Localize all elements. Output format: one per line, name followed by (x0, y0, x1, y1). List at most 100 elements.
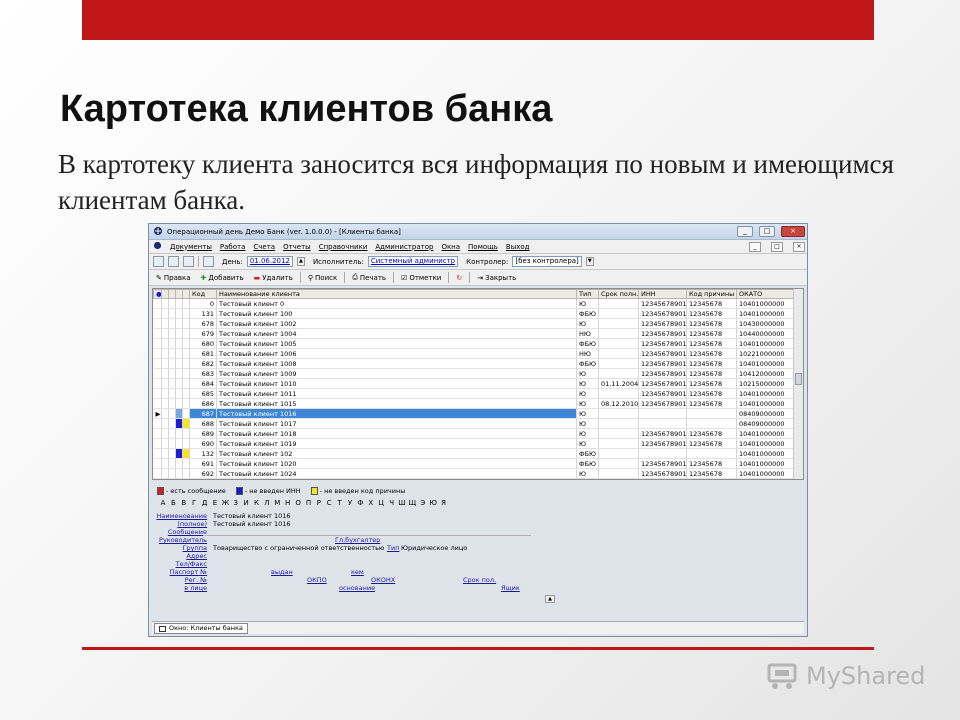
search-button[interactable]: ⚲ Поиск (305, 274, 340, 282)
col-name[interactable]: Наименование клиента (216, 289, 577, 299)
scroll-thumb[interactable] (795, 373, 802, 385)
table-row[interactable]: 0 Тестовый клиент 0 Ю 12345678901 12345678 10… (153, 298, 796, 309)
alphabet-letter[interactable]: Л (263, 499, 271, 507)
reload-button[interactable]: ↻ (453, 274, 465, 282)
alphabet-letter[interactable]: И (242, 499, 250, 507)
okpo-label[interactable]: ОКПО (307, 576, 327, 584)
day-spin-icon[interactable]: ▲ (296, 257, 305, 266)
forward-icon[interactable] (183, 256, 194, 267)
chevron-down-icon[interactable]: ▼ (585, 257, 594, 266)
table-row[interactable]: 692 Тестовый клиент 1024 Ю 12345678901 12345… (153, 468, 796, 479)
alphabet-letter[interactable]: У (346, 499, 354, 507)
window-tab-clients[interactable]: Окно: Клиенты банка (154, 623, 248, 634)
menu-reports[interactable]: Отчеты (283, 243, 311, 251)
table-row[interactable]: 689 Тестовый клиент 1018 Ю 12345678901 12345… (153, 428, 796, 439)
menu-documents[interactable]: Документы (170, 243, 212, 251)
alphabet-letter[interactable]: Ф (356, 499, 364, 507)
alphabet-letter[interactable]: В (180, 499, 188, 507)
table-row[interactable]: 681 Тестовый клиент 1006 НЮ 12345678901 1234… (153, 348, 796, 359)
print-button[interactable]: ⎙ Печать (349, 273, 389, 282)
mdi-minimize-button[interactable]: _ (749, 241, 761, 252)
issued-label[interactable]: выдан (271, 568, 293, 576)
document-icon[interactable] (168, 256, 179, 267)
alphabet-letter[interactable]: С (325, 499, 333, 507)
name-label[interactable]: Наименование (156, 512, 207, 520)
alphabet-letter[interactable]: Е (211, 499, 219, 507)
close-form-button[interactable]: ⇥ Закрыть (474, 274, 519, 282)
address-label[interactable]: Адрес (186, 552, 207, 560)
edit-button[interactable]: ✎ Правка (153, 274, 194, 282)
col-kpp[interactable]: Код причины (686, 289, 737, 299)
minimize-button[interactable]: _ (737, 226, 753, 237)
passport-label[interactable]: Паспорт № (170, 568, 207, 576)
col-type[interactable]: Тип (576, 289, 599, 299)
alphabet-letter[interactable]: О (294, 499, 302, 507)
alphabet-letter[interactable]: К (253, 499, 261, 507)
details-toggle-icon[interactable]: ▲ (545, 595, 555, 603)
delete-button[interactable]: ▬ Удалить (251, 274, 296, 282)
alphabet-letter[interactable]: Ц (377, 499, 385, 507)
table-row[interactable]: 690 Тестовый клиент 1019 Ю 12345678901 12345… (153, 438, 796, 449)
message-label[interactable]: Сообщение (168, 528, 207, 536)
alphabet-letter[interactable]: Ж (221, 499, 230, 507)
full-name-label[interactable]: (полное) (177, 520, 207, 528)
alphabet-letter[interactable]: Я (440, 499, 448, 507)
alphabet-letter[interactable]: Х (367, 499, 375, 507)
table-row[interactable]: 680 Тестовый клиент 1005 ФБЮ 12345678901 123… (153, 338, 796, 349)
table-row[interactable]: 683 Тестовый клиент 1009 Ю 12345678901 12345… (153, 368, 796, 379)
close-button[interactable]: × (781, 226, 805, 237)
alphabet-letter[interactable]: Ш (398, 499, 406, 507)
table-row[interactable]: 685 Тестовый клиент 1011 Ю 12345678901 12345… (153, 388, 796, 399)
col-inn[interactable]: ИНН (638, 289, 687, 299)
alphabet-letter[interactable]: М (273, 499, 281, 507)
table-row[interactable]: 679 Тестовый клиент 1004 НЮ 12345678901 1234… (153, 328, 796, 339)
reg-number-label[interactable]: Рег. № (185, 576, 207, 584)
table-row[interactable]: 131 Тестовый клиент 100 ФБЮ 12345678901 1234… (153, 308, 796, 319)
alphabet-letter[interactable]: Э (419, 499, 427, 507)
menu-accounts[interactable]: Счета (253, 243, 275, 251)
col-term[interactable]: Срок полн. (598, 289, 639, 299)
alphabet-letter[interactable]: Н (284, 499, 292, 507)
menu-work[interactable]: Работа (220, 243, 245, 251)
mdi-restore-button[interactable]: □ (771, 241, 783, 252)
table-row[interactable]: 684 Тестовый клиент 1010 Ю 01.11.2004 123456… (153, 378, 796, 389)
alphabet-letter[interactable]: Т (336, 499, 344, 507)
executor-field[interactable]: Системный администр (367, 256, 459, 267)
controller-select[interactable]: [без контролера] (512, 256, 582, 267)
alphabet-letter[interactable]: Д (201, 499, 209, 507)
maximize-button[interactable]: □ (759, 226, 775, 237)
col-code[interactable]: Код (189, 289, 217, 299)
alphabet-letter[interactable]: Б (169, 499, 177, 507)
mdi-close-button[interactable]: × (793, 241, 805, 252)
table-row[interactable]: 132 Тестовый клиент 102 ФБЮ 10401000000 (153, 448, 796, 459)
alphabet-letter[interactable]: Щ (408, 499, 417, 507)
menu-windows[interactable]: Окна (441, 243, 460, 251)
add-button[interactable]: ✚ Добавить (198, 274, 247, 282)
alphabet-letter[interactable]: А (159, 499, 167, 507)
table-row[interactable]: 688 Тестовый клиент 1017 Ю 08409000000 (153, 418, 796, 429)
by-whom-label[interactable]: кем (351, 568, 364, 576)
clients-grid[interactable]: ● Код Наименование клиента Тип Срок полн… (152, 288, 804, 480)
table-row[interactable]: 682 Тестовый клиент 1008 ФБЮ 12345678901 123… (153, 358, 796, 369)
grid-scrollbar[interactable] (793, 289, 803, 479)
alphabet-letter[interactable]: Р (315, 499, 323, 507)
col-okato[interactable]: ОКАТО (736, 289, 796, 299)
menu-help[interactable]: Помощь (468, 243, 498, 251)
table-row[interactable]: ▶ 687 Тестовый клиент 1016 Ю 08409000000 (153, 408, 796, 419)
day-field[interactable]: 01.06.2012 (246, 256, 293, 267)
menu-admin[interactable]: Администратор (375, 243, 433, 251)
copy-icon[interactable] (153, 256, 164, 267)
table-row[interactable]: 691 Тестовый клиент 1020 ФБЮ 12345678901 123… (153, 458, 796, 469)
table-row[interactable]: 678 Тестовый клиент 1002 Ю 12345678901 12345… (153, 318, 796, 329)
alphabet-letter[interactable]: Ч (388, 499, 396, 507)
box-label[interactable]: Ящик (501, 584, 520, 592)
marks-button[interactable]: ☑ Отметки (398, 274, 444, 282)
basis-label[interactable]: основание (339, 584, 375, 592)
alphabet-letter[interactable]: Г (190, 499, 198, 507)
accountant-label[interactable]: Гл.бухгалтер (335, 536, 380, 544)
alphabet-letter[interactable]: Ю (429, 499, 437, 507)
head-label[interactable]: Руководитель (159, 536, 207, 544)
menu-exit[interactable]: Выход (506, 243, 530, 251)
group-label[interactable]: Группа (183, 544, 207, 552)
term-label[interactable]: Срок пол. (463, 576, 496, 584)
